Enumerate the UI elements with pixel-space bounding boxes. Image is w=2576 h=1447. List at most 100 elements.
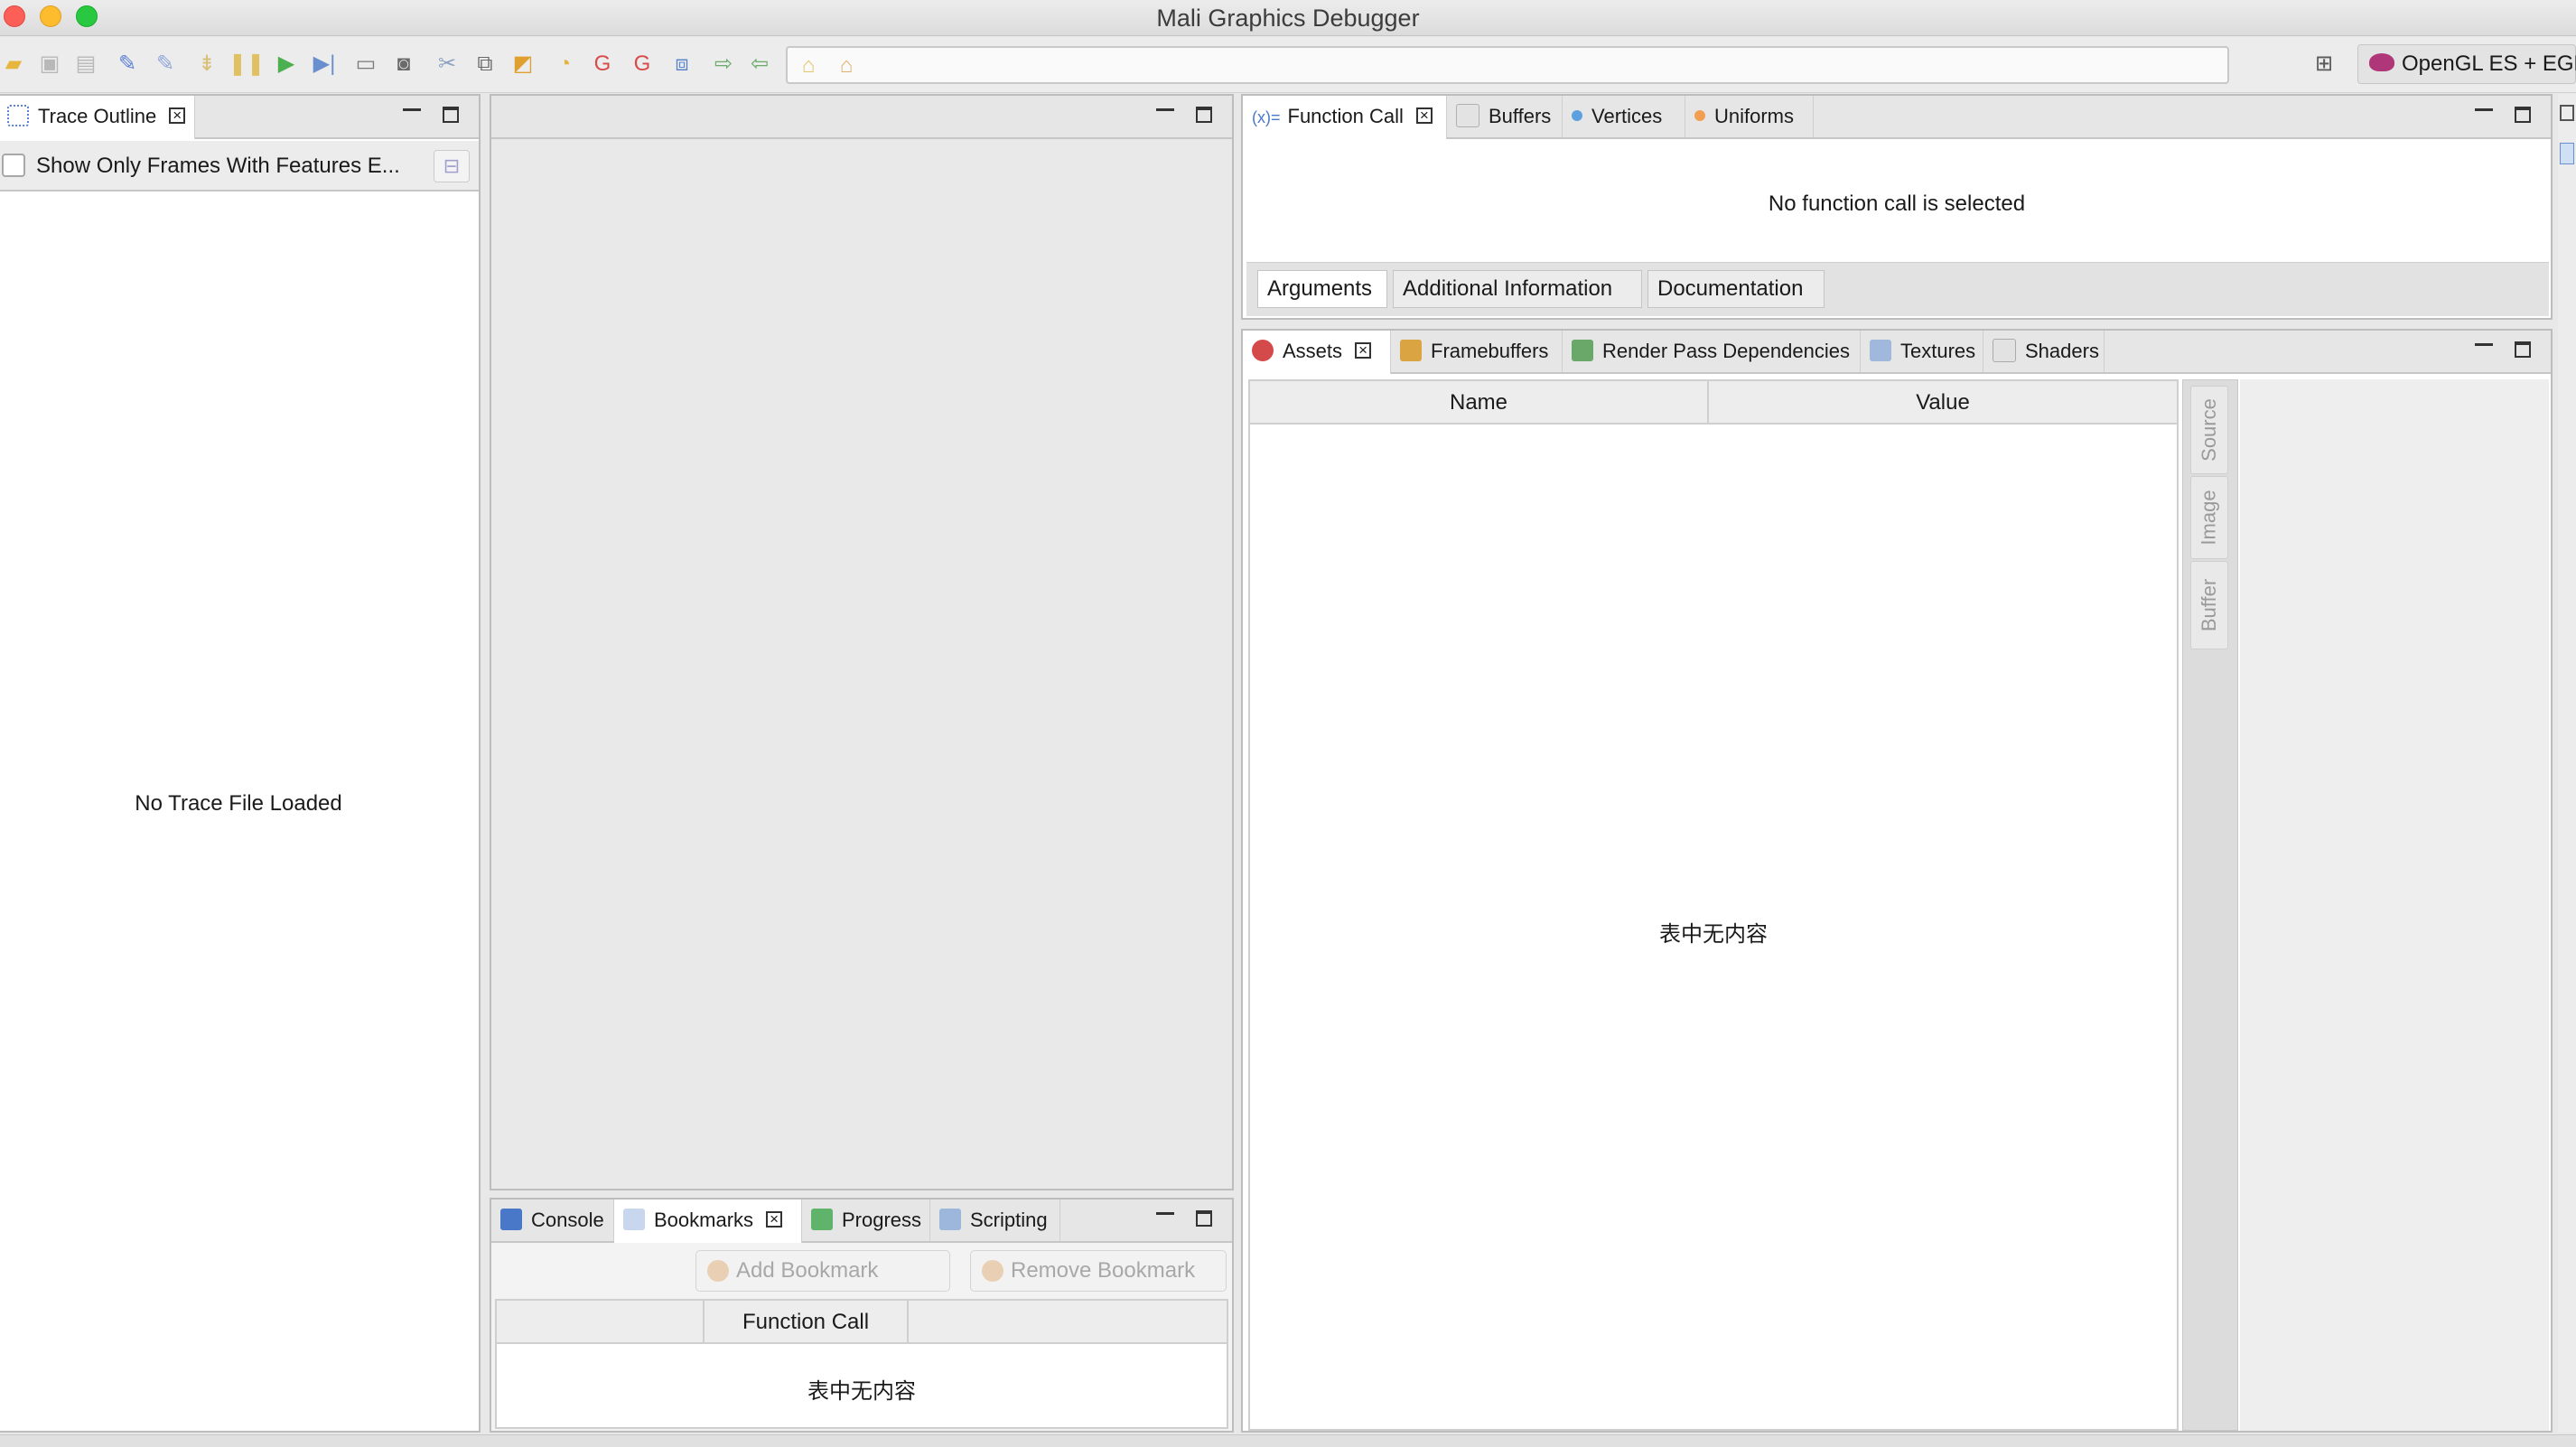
forward-icon[interactable]: ⇨	[710, 51, 737, 78]
tab-function-call[interactable]: (x)= Function Call ×	[1243, 96, 1447, 139]
column-header-value[interactable]: Value	[1709, 381, 2177, 425]
subtab-documentation[interactable]: Documentation	[1647, 270, 1825, 308]
maximize-icon[interactable]	[2511, 103, 2536, 128]
shaders-icon	[1993, 339, 2016, 363]
pause-icon[interactable]: ❚❚	[229, 51, 265, 78]
tab-assets[interactable]: Assets ×	[1243, 331, 1391, 374]
status-bar	[0, 1434, 2576, 1447]
fragment-icon[interactable]: ◩	[509, 51, 537, 78]
step-over-icon[interactable]: ▶|	[311, 51, 338, 78]
replay-icon[interactable]: ⧉	[471, 51, 499, 78]
back-icon[interactable]: ⇦	[746, 51, 773, 78]
outline-icon	[7, 105, 29, 127]
shader-icon[interactable]: ◔	[551, 51, 578, 78]
maximize-icon[interactable]	[1192, 103, 1218, 128]
tab-uniforms[interactable]: Uniforms	[1685, 96, 1814, 137]
minimize-icon[interactable]	[1153, 103, 1178, 128]
bottom-panel: Console Bookmarks × Progress Scripting Ad…	[490, 1198, 1234, 1433]
tab-shaders[interactable]: Shaders	[1983, 331, 2105, 372]
api-perspective-button[interactable]: OpenGL ES + EGL	[2357, 44, 2576, 84]
tab-vertices[interactable]: Vertices	[1563, 96, 1685, 137]
tab-label: Textures	[1900, 340, 1976, 362]
tab-framebuffers[interactable]: Framebuffers	[1391, 331, 1563, 372]
buffers-icon	[1456, 104, 1479, 128]
side-tab-strip: Source Image Buffer	[2182, 379, 2238, 1431]
open-folder-icon[interactable]: ▰	[0, 51, 27, 78]
tab-label: Uniforms	[1714, 105, 1795, 127]
add-bookmark-button[interactable]: Add Bookmark	[695, 1250, 950, 1292]
close-icon[interactable]: ×	[1355, 342, 1372, 359]
maximize-icon[interactable]	[2511, 338, 2536, 363]
minimize-icon[interactable]	[2471, 338, 2497, 363]
refresh-icon[interactable]: G	[589, 51, 616, 78]
save-icon[interactable]: ▣	[36, 51, 63, 78]
maximize-icon[interactable]	[439, 103, 464, 128]
tab-render-pass-dependencies[interactable]: Render Pass Dependencies	[1563, 331, 1861, 372]
progress-icon	[811, 1209, 833, 1231]
filter-checkbox[interactable]	[2, 154, 25, 177]
refresh-all-icon[interactable]: G	[629, 51, 656, 78]
tab-label: Shaders	[2025, 340, 2099, 362]
minimize-icon[interactable]	[399, 103, 425, 128]
table-header-function-call[interactable]: Function Call	[705, 1301, 909, 1344]
window-title: Mali Graphics Debugger	[1156, 5, 1420, 32]
tab-label: Console	[531, 1209, 604, 1231]
empty-table-message: 表中无内容	[807, 1379, 916, 1404]
side-tab-image[interactable]: Image	[2190, 476, 2228, 559]
side-tab-buffer[interactable]: Buffer	[2190, 561, 2228, 649]
tab-label: Vertices	[1591, 105, 1663, 127]
tab-label: Buffers	[1489, 105, 1552, 127]
overdraw-icon[interactable]: ✂	[434, 51, 461, 78]
no-function-message: No function call is selected	[1768, 191, 2026, 216]
camera-icon[interactable]: ◙	[390, 51, 417, 78]
subtab-arguments[interactable]: Arguments	[1257, 270, 1387, 308]
tab-progress[interactable]: Progress	[802, 1200, 930, 1241]
filter-label: Show Only Frames With Features E...	[36, 154, 400, 178]
tab-console[interactable]: Console	[491, 1200, 614, 1241]
tab-label: Assets	[1283, 340, 1343, 362]
add-bookmark-icon	[707, 1260, 729, 1282]
tab-bookmarks[interactable]: Bookmarks ×	[614, 1200, 802, 1243]
disconnect-icon[interactable]: ✎	[152, 51, 179, 78]
close-icon[interactable]: ×	[169, 107, 186, 125]
table-header-filler	[909, 1301, 1227, 1344]
folder-icon[interactable]: ⌂	[795, 52, 822, 79]
home-icon[interactable]: ⌂	[833, 52, 860, 79]
tab-scripting[interactable]: Scripting	[930, 1200, 1060, 1241]
subtab-additional-information[interactable]: Additional Information	[1393, 270, 1642, 308]
close-icon[interactable]: ×	[766, 1211, 783, 1228]
minimize-icon[interactable]	[1153, 1207, 1178, 1232]
teapot-icon	[2369, 52, 2394, 71]
minimize-icon[interactable]	[2471, 103, 2497, 128]
side-tab-label: Source	[2198, 398, 2220, 462]
remove-bookmark-button[interactable]: Remove Bookmark	[970, 1250, 1227, 1292]
step-icon[interactable]: ⇟	[193, 51, 220, 78]
open-perspective-icon[interactable]: ⊞	[2310, 51, 2338, 78]
close-icon[interactable]: ×	[1415, 107, 1433, 125]
function-tabbar: (x)= Function Call × Buffers Vertices Unif…	[1243, 96, 2551, 139]
play-icon[interactable]: ▶	[273, 51, 300, 78]
tab-trace-outline[interactable]: Trace Outline ×	[0, 96, 195, 139]
function-icon: (x)=	[1252, 108, 1281, 126]
address-bar[interactable]: ⌂ ⌂	[786, 46, 2229, 84]
api-label: OpenGL ES + EGL	[2402, 51, 2576, 76]
render-pass-icon	[1572, 340, 1593, 362]
collapse-all-icon[interactable]: ⊟	[434, 150, 470, 182]
maximize-icon[interactable]	[1192, 1207, 1218, 1232]
capture-icon[interactable]: ▭	[352, 51, 379, 78]
column-header-name[interactable]: Name	[1250, 381, 1709, 425]
uniforms-icon	[1694, 110, 1705, 122]
side-tab-label: Image	[2198, 490, 2220, 546]
tab-buffers[interactable]: Buffers	[1447, 96, 1563, 137]
filter-row: Show Only Frames With Features E... ⊟	[0, 141, 479, 191]
side-tab-source[interactable]: Source	[2190, 386, 2228, 474]
connect-icon[interactable]: ✎	[114, 51, 141, 78]
restore-icon[interactable]	[2560, 105, 2574, 121]
view-icon[interactable]	[2560, 143, 2574, 164]
empty-trace-message: No Trace File Loaded	[135, 791, 342, 816]
save-as-icon[interactable]: ▤	[72, 51, 99, 78]
frame-icon[interactable]: ⧈	[668, 51, 695, 78]
table-header-empty	[497, 1301, 705, 1344]
tab-textures[interactable]: Textures	[1861, 331, 1983, 372]
empty-table-message: 表中无内容	[1659, 922, 1768, 947]
